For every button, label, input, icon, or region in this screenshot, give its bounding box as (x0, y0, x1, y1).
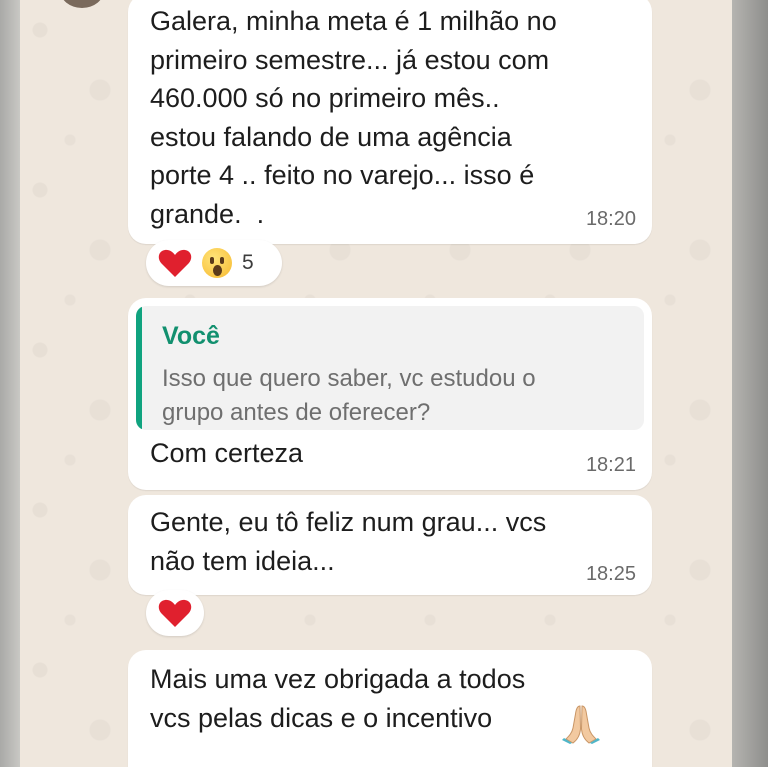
quoted-message[interactable]: Você Isso que quero saber, vc estudou o … (136, 306, 644, 430)
message-text: Gente, eu tô feliz num grau... vcs não t… (150, 507, 547, 576)
message-text: Galera, minha meta é 1 milhão no primeir… (150, 6, 557, 229)
heart-icon (158, 248, 192, 278)
folded-hands-icon (560, 702, 602, 744)
message-bubble[interactable]: Gente, eu tô feliz num grau... vcs não t… (128, 495, 652, 595)
message-time: 18:20 (585, 208, 636, 230)
quoted-author: Você (162, 322, 220, 350)
chat-conversation[interactable]: Galera, minha meta é 1 milhão no primeir… (20, 0, 732, 767)
message-reactions[interactable] (146, 590, 204, 636)
sender-avatar[interactable] (60, 0, 104, 8)
message-time: 18:21 (585, 454, 636, 476)
message-reactions[interactable]: 5 (146, 240, 282, 286)
screen-edge-left (0, 0, 20, 767)
screen-edge-right (732, 0, 768, 767)
message-bubble[interactable]: Você Isso que quero saber, vc estudou o … (128, 298, 652, 490)
quoted-text: Isso que quero saber, vc estudou o grupo… (162, 365, 536, 426)
quote-accent-bar (136, 306, 142, 430)
reaction-count: 5 (242, 251, 254, 274)
astonished-face-icon (202, 248, 232, 278)
heart-icon (158, 598, 192, 628)
message-bubble[interactable]: Galera, minha meta é 1 milhão no primeir… (128, 0, 652, 244)
message-text: Com certeza (150, 438, 304, 468)
message-time: 18:25 (585, 563, 636, 585)
message-bubble[interactable]: Mais uma vez obrigada a todos vcs pelas … (128, 650, 652, 767)
